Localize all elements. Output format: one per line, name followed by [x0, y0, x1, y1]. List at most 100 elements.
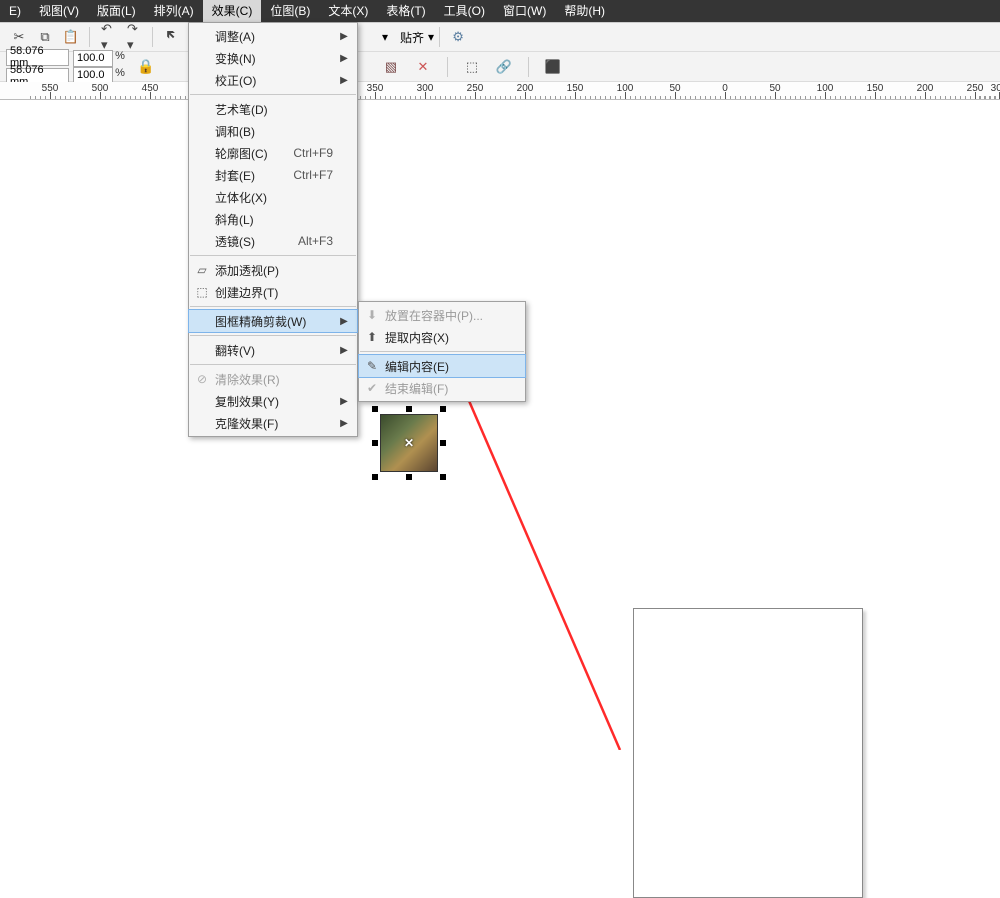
selected-image-object[interactable]: [372, 400, 446, 484]
undo-button[interactable]: ↶ ▾: [97, 26, 119, 48]
bitmap-editor-icon[interactable]: ⬛: [542, 56, 564, 78]
chevron-down-icon[interactable]: ▾: [428, 30, 434, 44]
menu-item[interactable]: 图框精确剪裁(W)▶: [189, 310, 357, 332]
effects-dropdown: 调整(A)▶变换(N)▶校正(O)▶艺术笔(D)调和(B)轮廓图(C)Ctrl+…: [188, 22, 358, 437]
separator: [439, 27, 440, 47]
selection-handle[interactable]: [440, 406, 446, 412]
menu-item: ⬇放置在容器中(P)...: [359, 304, 525, 326]
selection-handle[interactable]: [440, 440, 446, 446]
menu-item[interactable]: 斜角(L): [189, 208, 357, 230]
powerclip-submenu: ⬇放置在容器中(P)...⬆提取内容(X) ✎编辑内容(E)✔结束编辑(F): [358, 301, 526, 402]
zoom-dropdown[interactable]: ▾: [378, 30, 392, 44]
menu-item[interactable]: 克隆效果(F)▶: [189, 412, 357, 434]
selection-handle[interactable]: [440, 474, 446, 480]
submenu-arrow-icon: ▶: [337, 345, 351, 356]
menu-view[interactable]: 视图(V): [30, 0, 88, 22]
selection-handle[interactable]: [406, 474, 412, 480]
menu-item-label: 复制效果(Y): [215, 393, 337, 410]
selection-handle[interactable]: [372, 440, 378, 446]
menu-edit[interactable]: E): [0, 0, 30, 22]
scale-x-input[interactable]: 100.0: [73, 50, 113, 67]
menu-item[interactable]: 调和(B): [189, 120, 357, 142]
options-icon[interactable]: ⚙: [447, 26, 469, 48]
menu-item[interactable]: ⬚创建边界(T): [189, 281, 357, 303]
menu-item-label: 透镜(S): [215, 233, 280, 250]
crop-icon[interactable]: ✕: [412, 56, 434, 78]
toolbar-property: 58.076 mm 58.076 mm 100.0 % 100.0 % 🔒 ▧ …: [0, 52, 1000, 82]
selection-handle[interactable]: [372, 406, 378, 412]
menu-layout[interactable]: 版面(L): [88, 0, 145, 22]
selection-handle[interactable]: [406, 406, 412, 412]
redo-button[interactable]: ↷ ▾: [123, 26, 145, 48]
menu-item-label: 清除效果(R): [215, 371, 337, 388]
menu-item[interactable]: 透镜(S)Alt+F3: [189, 230, 357, 252]
clear-icon: ⊘: [189, 372, 215, 386]
menu-item-label: 结束编辑(F): [385, 380, 505, 397]
menu-item-label: 立体化(X): [215, 189, 337, 206]
menubar: E) 视图(V) 版面(L) 排列(A) 效果(C) 位图(B) 文本(X) 表…: [0, 0, 1000, 22]
menu-bitmaps[interactable]: 位图(B): [261, 0, 319, 22]
menu-item[interactable]: 立体化(X): [189, 186, 357, 208]
menu-tools[interactable]: 工具(O): [435, 0, 494, 22]
menu-item[interactable]: ▱添加透视(P): [189, 259, 357, 281]
menu-help[interactable]: 帮助(H): [555, 0, 614, 22]
submenu-arrow-icon: ▶: [337, 75, 351, 86]
menu-item[interactable]: 调整(A)▶: [189, 25, 357, 47]
menu-item-label: 克隆效果(F): [215, 415, 337, 432]
submenu-arrow-icon: ▶: [337, 53, 351, 64]
menu-item-shortcut: Ctrl+F9: [275, 146, 337, 160]
menu-table[interactable]: 表格(T): [377, 0, 434, 22]
percent-label: %: [113, 50, 127, 67]
menu-separator: [190, 364, 356, 365]
scale-y-input[interactable]: 100.0: [73, 67, 113, 84]
menu-item-label: 轮廓图(C): [215, 145, 275, 162]
wrap-text-icon[interactable]: ⬚: [461, 56, 483, 78]
link-icon[interactable]: 🔗: [493, 56, 515, 78]
submenu-arrow-icon: ▶: [337, 418, 351, 429]
object-x-input[interactable]: 58.076 mm: [6, 49, 69, 66]
separator: [89, 27, 90, 47]
menu-window[interactable]: 窗口(W): [494, 0, 555, 22]
perspective-icon: ▱: [189, 263, 215, 277]
menu-item-label: 翻转(V): [215, 342, 337, 359]
image-content: [380, 414, 438, 472]
menu-item-label: 调和(B): [215, 123, 337, 140]
menu-separator: [190, 94, 356, 95]
separator: [152, 27, 153, 47]
menu-arrange[interactable]: 排列(A): [145, 0, 203, 22]
menu-separator: [360, 351, 524, 352]
place-icon: ⬇: [359, 308, 385, 322]
bitmap-trace-icon[interactable]: ▧: [380, 56, 402, 78]
menu-text[interactable]: 文本(X): [319, 0, 377, 22]
toolbar-standard: ✂ ⧉ 📋 ↶ ▾ ↷ ▾ 🡼 ▾ 贴齐 ▾ ⚙: [0, 22, 1000, 52]
menu-item[interactable]: 轮廓图(C)Ctrl+F9: [189, 142, 357, 164]
menu-item[interactable]: ✎编辑内容(E): [359, 355, 525, 377]
menu-item[interactable]: 封套(E)Ctrl+F7: [189, 164, 357, 186]
canvas[interactable]: [0, 100, 1000, 864]
lock-ratio-icon[interactable]: 🔒: [137, 58, 154, 75]
page-rectangle[interactable]: [633, 608, 863, 898]
separator: [528, 57, 529, 77]
menu-item[interactable]: 艺术笔(D): [189, 98, 357, 120]
menu-item[interactable]: 复制效果(Y)▶: [189, 390, 357, 412]
import-icon[interactable]: 🡼: [160, 26, 182, 48]
submenu-arrow-icon: ▶: [337, 31, 351, 42]
menu-item-label: 编辑内容(E): [385, 358, 505, 375]
menu-item[interactable]: 校正(O)▶: [189, 69, 357, 91]
menu-item-label: 校正(O): [215, 72, 337, 89]
menu-item: ✔结束编辑(F): [359, 377, 525, 399]
menu-separator: [190, 306, 356, 307]
menu-item[interactable]: 翻转(V)▶: [189, 339, 357, 361]
menu-item-shortcut: Ctrl+F7: [275, 168, 337, 182]
separator: [447, 57, 448, 77]
menu-item-label: 图框精确剪裁(W): [215, 313, 337, 330]
extract-icon: ⬆: [359, 330, 385, 344]
submenu-arrow-icon: ▶: [337, 316, 351, 327]
menu-effects[interactable]: 效果(C): [203, 0, 262, 22]
menu-item[interactable]: 变换(N)▶: [189, 47, 357, 69]
menu-item[interactable]: ⬆提取内容(X): [359, 326, 525, 348]
snap-label[interactable]: 贴齐: [400, 29, 424, 46]
menu-item-shortcut: Alt+F3: [280, 234, 337, 248]
selection-handle[interactable]: [372, 474, 378, 480]
menu-separator: [190, 255, 356, 256]
